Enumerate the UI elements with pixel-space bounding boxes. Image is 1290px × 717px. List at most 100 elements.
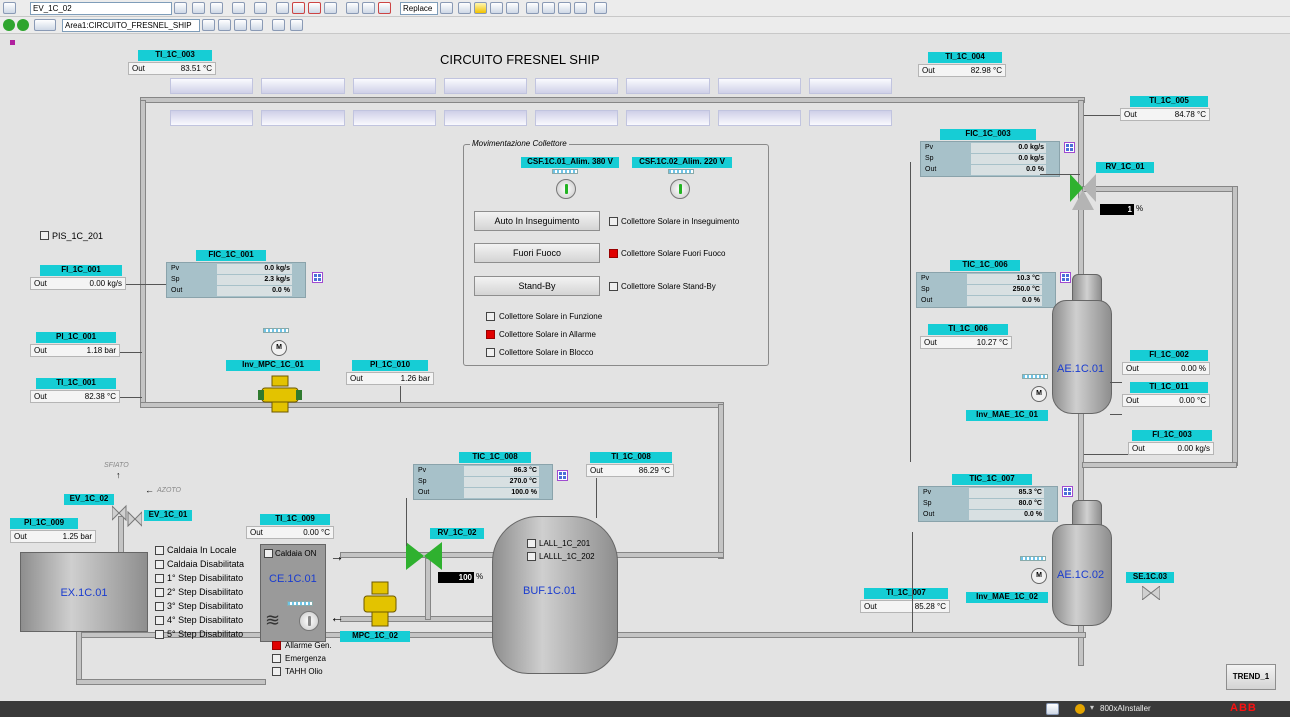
print-icon[interactable] <box>490 2 503 14</box>
lalll-label: LALLL_1C_202 <box>539 552 595 561</box>
auto-inseguimento-button[interactable]: Auto In Inseguimento <box>474 211 600 231</box>
help-icon[interactable] <box>526 2 539 14</box>
process-graphic: CIRCUITO FRESNEL SHIP TI_1C_003 Out 83.51… <box>0 34 1290 701</box>
readout: Out 1.25 bar <box>10 530 96 543</box>
faceplate-icon[interactable] <box>232 2 245 14</box>
forward-arrow-icon[interactable] <box>17 19 29 31</box>
sp-value: 80.0 °C <box>969 499 1044 509</box>
readout: Out 84.78 °C <box>1120 108 1210 121</box>
sp-key: Sp <box>418 478 427 485</box>
fuori-fuoco-label: Collettore Solare Fuori Fuoco <box>621 249 726 258</box>
ce-strip <box>287 601 313 606</box>
lock-icon[interactable] <box>250 19 263 31</box>
event-list-icon[interactable] <box>308 2 321 14</box>
emergenza-label: Emergenza <box>285 654 326 663</box>
rv1-output: 1 <box>1100 204 1134 215</box>
page-icon[interactable] <box>272 19 285 31</box>
info-icon[interactable] <box>542 2 555 14</box>
faceplate-icon[interactable] <box>1064 142 1075 153</box>
ex-1c-01-tank[interactable]: EX.1C.01 <box>20 552 148 632</box>
sp-value: 2.3 kg/s <box>217 275 292 285</box>
ev-valves-icon[interactable] <box>112 504 142 530</box>
mae2-motor-icon[interactable]: M <box>1031 568 1047 584</box>
ae-1c-01-unit[interactable]: AE.1C.01 <box>1052 274 1112 414</box>
mae1-motor-icon[interactable]: M <box>1031 386 1047 402</box>
area-icon[interactable] <box>34 19 56 31</box>
csf2-switch-icon[interactable] <box>670 179 690 199</box>
mpc1-pump-icon[interactable] <box>258 374 304 414</box>
replace-dropdown-icon[interactable] <box>440 2 453 14</box>
readout-key: Out <box>590 466 603 475</box>
faceplate-icon[interactable] <box>312 272 323 283</box>
ce-label: CE.1C.01 <box>269 573 317 585</box>
user-dropdown-icon[interactable]: ▾ <box>1090 703 1094 712</box>
tag-label: TI_1C_005 <box>1130 96 1208 107</box>
trend-icon[interactable] <box>324 2 337 14</box>
rv1-valve-icon[interactable] <box>1068 170 1098 210</box>
window-icon[interactable] <box>574 2 587 14</box>
alarm-list-icon[interactable] <box>292 2 305 14</box>
workplace-icon[interactable] <box>506 2 519 14</box>
faceplate-icon[interactable] <box>1062 486 1073 497</box>
area-field[interactable]: Area1:CIRCUITO_FRESNEL_SHIP <box>62 19 200 32</box>
mpc1-motor-icon[interactable]: M <box>271 340 287 356</box>
trend-button[interactable]: TREND_1 <box>1226 664 1276 690</box>
favorites-icon[interactable] <box>474 2 487 14</box>
replace-select[interactable]: Replace <box>400 2 438 15</box>
rv2-valve-icon[interactable] <box>404 540 444 572</box>
faceplate-icon[interactable] <box>557 470 568 481</box>
fuori-fuoco-button[interactable]: Fuori Fuoco <box>474 243 600 263</box>
silence-icon[interactable] <box>378 2 391 14</box>
mpc2-pump-icon[interactable] <box>362 580 398 630</box>
object-browser-icon[interactable] <box>3 2 16 14</box>
readout-key: Out <box>350 374 363 383</box>
caldaia-on-indicator <box>264 549 273 558</box>
status-bar: ▾ 800xAInstaller ABB <box>0 701 1290 717</box>
report-icon[interactable] <box>346 2 359 14</box>
tag-label: TI_1C_004 <box>928 52 1002 63</box>
buf-1c-01-tank[interactable]: LALL_1C_201 LALLL_1C_202 BUF.1C.01 <box>492 516 618 674</box>
ce-in-arrow-icon: ← <box>330 609 344 625</box>
list-icon[interactable] <box>254 2 267 14</box>
funzione-label: Collettore Solare in Funzione <box>499 312 603 321</box>
out-key: Out <box>418 489 430 496</box>
pipe-left-riser <box>140 100 146 406</box>
search-icon[interactable] <box>276 2 289 14</box>
structure-icon[interactable] <box>218 19 231 31</box>
caldaia-row: Caldaia In Locale <box>155 544 265 558</box>
dropdown-icon[interactable] <box>174 2 187 14</box>
graphics-icon[interactable] <box>210 2 223 14</box>
sp-row: Sp 250.0 °C <box>919 285 1042 295</box>
pipe-right-ext-v <box>1232 186 1238 466</box>
back-arrow-icon[interactable] <box>3 19 15 31</box>
readout: Out 82.38 °C <box>30 390 120 403</box>
acknowledge-icon[interactable] <box>362 2 375 14</box>
stand-by-button[interactable]: Stand-By <box>474 276 600 296</box>
tools-icon[interactable] <box>234 19 247 31</box>
sp-key: Sp <box>923 500 932 507</box>
go-icon[interactable] <box>458 2 471 14</box>
ce-1c-01-boiler[interactable]: Caldaia ON CE.1C.01 ≋ <box>260 544 326 642</box>
tag-label: TIC_1C_008 <box>459 452 531 463</box>
readout: Out 86.29 °C <box>586 464 674 477</box>
settings-icon[interactable] <box>594 2 607 14</box>
readout: Out 10.27 °C <box>920 336 1012 349</box>
status-window-icon[interactable] <box>1046 703 1059 715</box>
link-line <box>1040 174 1080 175</box>
area-dropdown-icon[interactable] <box>202 19 215 31</box>
user-icon[interactable] <box>290 19 303 31</box>
user-label[interactable]: 800xAInstaller <box>1100 704 1151 713</box>
readout-key: Out <box>14 532 27 541</box>
ce-switch-icon[interactable] <box>299 611 319 631</box>
readout-value: 1.26 bar <box>400 374 430 383</box>
ae-1c-02-unit[interactable]: AE.1C.02 <box>1052 500 1112 626</box>
se-valve-icon[interactable] <box>1142 586 1160 600</box>
tag-label: TI_1C_008 <box>590 452 672 463</box>
csf1-switch-icon[interactable] <box>556 179 576 199</box>
tahh-indicator <box>272 667 281 676</box>
allarme-gen-label: Allarme Gen. <box>285 641 332 650</box>
object-field[interactable]: EV_1C_02 <box>30 2 172 15</box>
tag-label: FI_1C_001 <box>40 265 122 276</box>
close-window-icon[interactable] <box>558 2 571 14</box>
back-icon[interactable] <box>192 2 205 14</box>
